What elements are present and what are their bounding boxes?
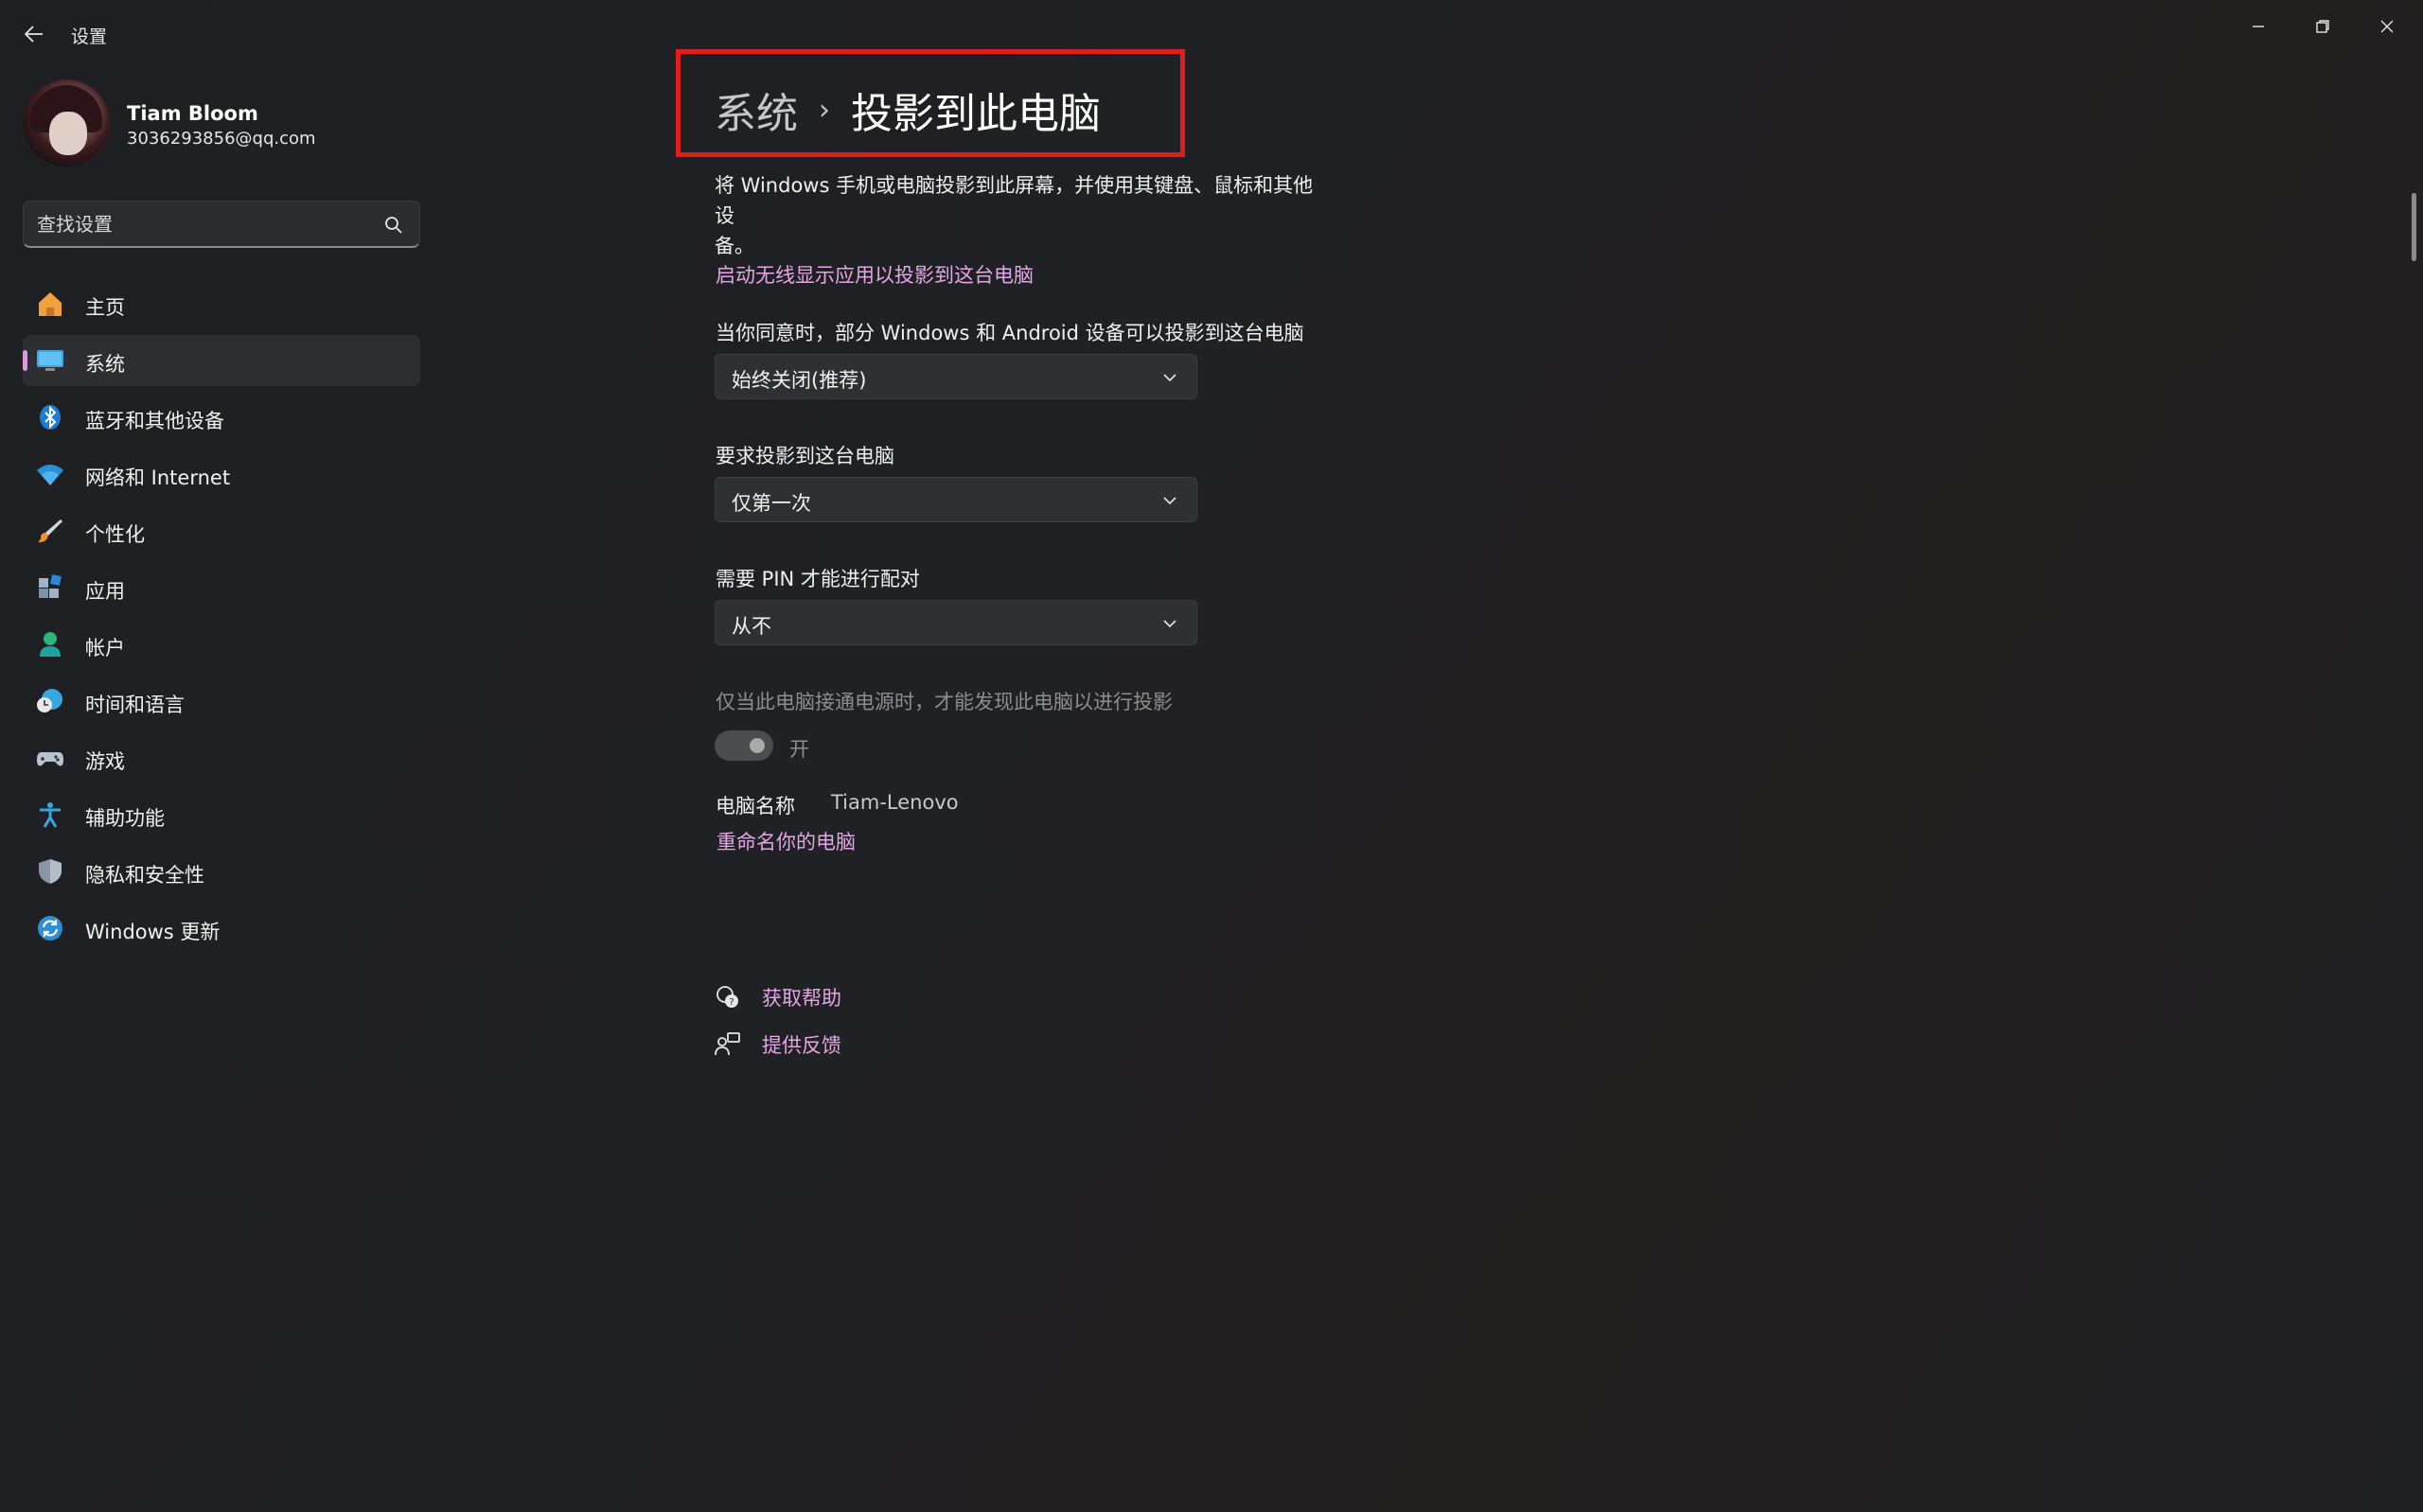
projection-availability-label: 当你同意时，部分 Windows 和 Android 设备可以投影到这台电脑 <box>716 322 1304 344</box>
sidebar-item-personalization[interactable]: 个性化 <box>23 505 420 556</box>
avatar <box>23 79 110 167</box>
apps-icon <box>39 574 62 598</box>
accessibility-icon <box>40 802 61 828</box>
dropdown-value: 始终关闭(推荐) <box>732 369 867 392</box>
sidebar-item-network[interactable]: 网络和 Internet <box>23 448 420 500</box>
pc-name-value: Tiam-Lenovo <box>831 791 959 814</box>
help-chat-icon: ? <box>716 986 738 1008</box>
sidebar-item-label: 时间和语言 <box>85 694 185 716</box>
power-discovery-toggle[interactable] <box>715 730 773 761</box>
sidebar-item-home[interactable]: 主页 <box>23 278 420 329</box>
page-description-line1: 将 Windows 手机或电脑投影到此屏幕，并使用其键盘、鼠标和其他设 <box>715 174 1314 227</box>
sidebar-item-bluetooth[interactable]: 蓝牙和其他设备 <box>23 392 420 443</box>
sidebar-item-label: 系统 <box>85 353 125 376</box>
chevron-down-icon <box>1163 620 1176 628</box>
globe-clock-icon <box>37 689 62 712</box>
sidebar-item-label: 辅助功能 <box>85 807 165 830</box>
sidebar-item-label: 个性化 <box>85 523 145 546</box>
shield-icon <box>39 859 62 884</box>
page-description-line2: 备。 <box>715 235 754 257</box>
sidebar-item-label: Windows 更新 <box>85 921 221 943</box>
user-email: 3036293856@qq.com <box>127 129 316 149</box>
minimize-button[interactable] <box>2232 8 2285 45</box>
sidebar-item-system[interactable]: 系统 <box>23 335 420 386</box>
sidebar-item-label: 主页 <box>85 296 125 319</box>
power-discovery-label: 仅当此电脑接通电源时，才能发现此电脑以进行投影 <box>716 691 1173 713</box>
page-title: 投影到此电脑 <box>851 90 1101 138</box>
sidebar-nav: 主页 系统 蓝牙和其他设备 网络和 Internet 个性化 应用 帐户 时间和… <box>23 278 420 959</box>
user-profile[interactable]: Tiam Bloom 3036293856@qq.com <box>23 79 420 174</box>
pc-name-label: 电脑名称 <box>716 795 795 818</box>
update-icon <box>38 916 62 941</box>
brush-icon <box>38 519 62 543</box>
sidebar-item-time-language[interactable]: 时间和语言 <box>23 676 420 727</box>
require-pin-dropdown[interactable]: 从不 <box>715 600 1197 645</box>
breadcrumb-parent-system[interactable]: 系统 <box>715 79 798 140</box>
require-pin-label: 需要 PIN 才能进行配对 <box>716 568 920 590</box>
restore-icon <box>2316 20 2329 33</box>
close-icon <box>2380 20 2394 33</box>
chevron-down-icon <box>1163 497 1176 505</box>
monitor-icon <box>37 350 63 371</box>
search-input[interactable] <box>37 209 378 239</box>
sidebar-item-windows-update[interactable]: Windows 更新 <box>23 903 420 954</box>
title-bar: 设置 <box>0 0 2423 66</box>
get-help-row[interactable]: ? 获取帮助 <box>715 983 841 1011</box>
minimize-icon <box>2253 26 2264 27</box>
scrollbar-thumb[interactable] <box>2412 193 2416 261</box>
sidebar-item-label: 隐私和安全性 <box>85 864 204 887</box>
account-icon <box>40 632 61 657</box>
projection-availability-dropdown[interactable]: 始终关闭(推荐) <box>715 354 1197 399</box>
toggle-knob <box>750 738 765 753</box>
dropdown-value: 仅第一次 <box>732 492 811 515</box>
wifi-icon <box>37 465 63 485</box>
toggle-state-text: 开 <box>789 738 809 761</box>
breadcrumb-separator: › <box>819 93 830 127</box>
bluetooth-icon <box>40 405 61 430</box>
settings-window: 设置 Tiam Bloom 3036293856@qq.com 查找设置 主页 … <box>0 0 2423 1512</box>
feedback-icon <box>715 1032 740 1056</box>
ask-to-project-label: 要求投影到这台电脑 <box>716 445 894 467</box>
ask-to-project-dropdown[interactable]: 仅第一次 <box>715 477 1197 522</box>
feedback-link[interactable]: 提供反馈 <box>762 1030 841 1059</box>
sidebar-item-gaming[interactable]: 游戏 <box>23 732 420 783</box>
get-help-link[interactable]: 获取帮助 <box>762 983 841 1011</box>
close-button[interactable] <box>2361 8 2414 45</box>
sidebar-item-label: 网络和 Internet <box>85 466 231 489</box>
breadcrumb: 系统 › 投影到此电脑 <box>715 79 1101 140</box>
svg-text:?: ? <box>729 997 734 1008</box>
back-arrow-icon <box>25 26 43 43</box>
launch-wireless-display-link[interactable]: 启动无线显示应用以投影到这台电脑 <box>716 260 1034 289</box>
sidebar-item-label: 蓝牙和其他设备 <box>85 410 224 432</box>
restore-button[interactable] <box>2296 8 2349 45</box>
sidebar-item-apps[interactable]: 应用 <box>23 562 420 613</box>
sidebar-item-label: 游戏 <box>85 750 125 773</box>
chevron-down-icon <box>1163 374 1176 382</box>
back-button[interactable] <box>19 19 49 49</box>
dropdown-value: 从不 <box>732 615 771 638</box>
sidebar-item-accessibility[interactable]: 辅助功能 <box>23 789 420 840</box>
sidebar-item-privacy[interactable]: 隐私和安全性 <box>23 846 420 897</box>
sidebar-item-label: 帐户 <box>85 637 125 659</box>
sidebar-item-label: 应用 <box>85 580 125 603</box>
feedback-row[interactable]: 提供反馈 <box>715 1030 841 1059</box>
user-name: Tiam Bloom <box>127 102 258 125</box>
sidebar-item-accounts[interactable]: 帐户 <box>23 619 420 670</box>
app-title: 设置 <box>71 26 108 47</box>
home-icon <box>39 292 62 316</box>
search-box[interactable] <box>23 201 420 248</box>
page-description: 将 Windows 手机或电脑投影到此屏幕，并使用其键盘、鼠标和其他设 备。 <box>715 170 1330 261</box>
gamepad-icon <box>37 752 63 766</box>
search-icon <box>385 217 402 234</box>
rename-pc-link[interactable]: 重命名你的电脑 <box>716 827 856 855</box>
